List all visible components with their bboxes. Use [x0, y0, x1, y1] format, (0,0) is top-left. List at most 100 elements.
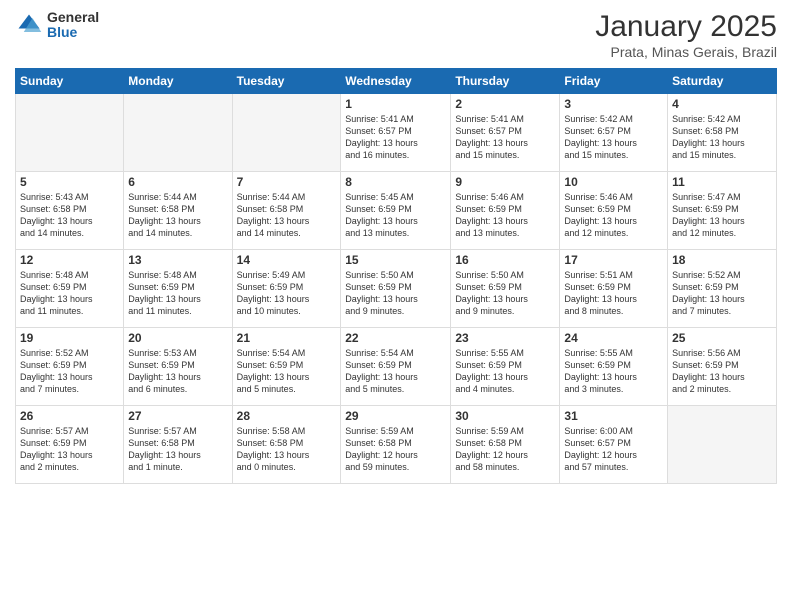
day-number: 16 [455, 253, 555, 267]
day-info: Sunrise: 5:41 AM Sunset: 6:57 PM Dayligh… [455, 113, 555, 162]
day-number: 12 [20, 253, 119, 267]
day-info: Sunrise: 5:47 AM Sunset: 6:59 PM Dayligh… [672, 191, 772, 240]
calendar-table: Sunday Monday Tuesday Wednesday Thursday… [15, 68, 777, 484]
day-info: Sunrise: 5:55 AM Sunset: 6:59 PM Dayligh… [455, 347, 555, 396]
table-cell: 29 Sunrise: 5:59 AM Sunset: 6:58 PM Dayli… [341, 406, 451, 484]
table-cell: 3 Sunrise: 5:42 AM Sunset: 6:57 PM Daylig… [560, 94, 668, 172]
col-tuesday: Tuesday [232, 69, 341, 94]
title-block: January 2025 Prata, Minas Gerais, Brazil [595, 10, 777, 60]
week-row-5: 26Sunrise: 5:57 AM Sunset: 6:59 PM Dayli… [16, 406, 777, 484]
day-info: Sunrise: 5:50 AM Sunset: 6:59 PM Dayligh… [345, 269, 446, 318]
day-info: Sunrise: 5:54 AM Sunset: 6:59 PM Dayligh… [237, 347, 337, 396]
week-row-4: 19 Sunrise: 5:52 AM Sunset: 6:59 PM Dayli… [16, 328, 777, 406]
table-cell: 5 Sunrise: 5:43 AM Sunset: 6:58 PM Daylig… [16, 172, 124, 250]
table-cell [124, 94, 232, 172]
table-cell: 24 Sunrise: 5:55 AM Sunset: 6:59 PM Dayli… [560, 328, 668, 406]
week-row-1: 1 Sunrise: 5:41 AM Sunset: 6:57 PM Daylig… [16, 94, 777, 172]
table-cell: 9Sunrise: 5:46 AM Sunset: 6:59 PM Daylig… [451, 172, 560, 250]
day-number: 15 [345, 253, 446, 267]
day-number: 25 [672, 331, 772, 345]
day-info: Sunrise: 5:59 AM Sunset: 6:58 PM Dayligh… [455, 425, 555, 474]
col-saturday: Saturday [668, 69, 777, 94]
table-cell: 25Sunrise: 5:56 AM Sunset: 6:59 PM Dayli… [668, 328, 777, 406]
day-info: Sunrise: 5:59 AM Sunset: 6:58 PM Dayligh… [345, 425, 446, 474]
page-header: General Blue January 2025 Prata, Minas G… [15, 10, 777, 60]
table-cell: 15 Sunrise: 5:50 AM Sunset: 6:59 PM Dayli… [341, 250, 451, 328]
table-cell: 4 Sunrise: 5:42 AM Sunset: 6:58 PM Daylig… [668, 94, 777, 172]
table-cell: 7 Sunrise: 5:44 AM Sunset: 6:58 PM Daylig… [232, 172, 341, 250]
day-info: Sunrise: 5:58 AM Sunset: 6:58 PM Dayligh… [237, 425, 337, 474]
table-cell: 6Sunrise: 5:44 AM Sunset: 6:58 PM Daylig… [124, 172, 232, 250]
table-cell: 18 Sunrise: 5:52 AM Sunset: 6:59 PM Dayli… [668, 250, 777, 328]
col-friday: Friday [560, 69, 668, 94]
calendar-title: January 2025 [595, 10, 777, 44]
col-monday: Monday [124, 69, 232, 94]
day-info: Sunrise: 5:55 AM Sunset: 6:59 PM Dayligh… [564, 347, 663, 396]
table-cell: 2 Sunrise: 5:41 AM Sunset: 6:57 PM Daylig… [451, 94, 560, 172]
day-info: Sunrise: 5:44 AM Sunset: 6:58 PM Dayligh… [237, 191, 337, 240]
table-cell: 16 Sunrise: 5:50 AM Sunset: 6:59 PM Dayli… [451, 250, 560, 328]
day-number: 19 [20, 331, 119, 345]
table-cell: 31Sunrise: 6:00 AM Sunset: 6:57 PM Dayli… [560, 406, 668, 484]
day-number: 26 [20, 409, 119, 423]
day-info: Sunrise: 5:52 AM Sunset: 6:59 PM Dayligh… [672, 269, 772, 318]
day-number: 13 [128, 253, 227, 267]
header-row: Sunday Monday Tuesday Wednesday Thursday… [16, 69, 777, 94]
day-number: 3 [564, 97, 663, 111]
day-info: Sunrise: 5:43 AM Sunset: 6:58 PM Dayligh… [20, 191, 119, 240]
day-number: 7 [237, 175, 337, 189]
day-number: 29 [345, 409, 446, 423]
day-info: Sunrise: 5:46 AM Sunset: 6:59 PM Dayligh… [564, 191, 663, 240]
day-info: Sunrise: 5:54 AM Sunset: 6:59 PM Dayligh… [345, 347, 446, 396]
table-cell: 21Sunrise: 5:54 AM Sunset: 6:59 PM Dayli… [232, 328, 341, 406]
day-number: 30 [455, 409, 555, 423]
week-row-2: 5 Sunrise: 5:43 AM Sunset: 6:58 PM Daylig… [16, 172, 777, 250]
table-cell: 30 Sunrise: 5:59 AM Sunset: 6:58 PM Dayli… [451, 406, 560, 484]
day-number: 2 [455, 97, 555, 111]
day-info: Sunrise: 5:52 AM Sunset: 6:59 PM Dayligh… [20, 347, 119, 396]
col-wednesday: Wednesday [341, 69, 451, 94]
logo-blue: Blue [47, 25, 99, 40]
day-info: Sunrise: 5:42 AM Sunset: 6:58 PM Dayligh… [672, 113, 772, 162]
calendar-subtitle: Prata, Minas Gerais, Brazil [595, 44, 777, 60]
day-number: 11 [672, 175, 772, 189]
day-number: 23 [455, 331, 555, 345]
calendar-body: 1 Sunrise: 5:41 AM Sunset: 6:57 PM Daylig… [16, 94, 777, 484]
table-cell: 19 Sunrise: 5:52 AM Sunset: 6:59 PM Dayli… [16, 328, 124, 406]
day-info: Sunrise: 5:42 AM Sunset: 6:57 PM Dayligh… [564, 113, 663, 162]
day-number: 24 [564, 331, 663, 345]
day-number: 28 [237, 409, 337, 423]
day-number: 17 [564, 253, 663, 267]
day-info: Sunrise: 5:49 AM Sunset: 6:59 PM Dayligh… [237, 269, 337, 318]
day-info: Sunrise: 5:41 AM Sunset: 6:57 PM Dayligh… [345, 113, 446, 162]
day-number: 27 [128, 409, 227, 423]
day-number: 14 [237, 253, 337, 267]
day-info: Sunrise: 5:45 AM Sunset: 6:59 PM Dayligh… [345, 191, 446, 240]
day-number: 4 [672, 97, 772, 111]
logo-icon [15, 11, 43, 39]
table-cell: 26Sunrise: 5:57 AM Sunset: 6:59 PM Dayli… [16, 406, 124, 484]
day-info: Sunrise: 5:44 AM Sunset: 6:58 PM Dayligh… [128, 191, 227, 240]
day-number: 5 [20, 175, 119, 189]
table-cell: 12Sunrise: 5:48 AM Sunset: 6:59 PM Dayli… [16, 250, 124, 328]
table-cell: 28 Sunrise: 5:58 AM Sunset: 6:58 PM Dayli… [232, 406, 341, 484]
day-number: 20 [128, 331, 227, 345]
table-cell: 13 Sunrise: 5:48 AM Sunset: 6:59 PM Dayli… [124, 250, 232, 328]
day-info: Sunrise: 5:50 AM Sunset: 6:59 PM Dayligh… [455, 269, 555, 318]
table-cell: 11 Sunrise: 5:47 AM Sunset: 6:59 PM Dayli… [668, 172, 777, 250]
day-info: Sunrise: 5:51 AM Sunset: 6:59 PM Dayligh… [564, 269, 663, 318]
day-number: 1 [345, 97, 446, 111]
table-cell [668, 406, 777, 484]
day-number: 31 [564, 409, 663, 423]
table-cell: 1 Sunrise: 5:41 AM Sunset: 6:57 PM Daylig… [341, 94, 451, 172]
day-number: 18 [672, 253, 772, 267]
table-cell: 14 Sunrise: 5:49 AM Sunset: 6:59 PM Dayli… [232, 250, 341, 328]
col-thursday: Thursday [451, 69, 560, 94]
table-cell: 23 Sunrise: 5:55 AM Sunset: 6:59 PM Dayli… [451, 328, 560, 406]
day-info: Sunrise: 5:53 AM Sunset: 6:59 PM Dayligh… [128, 347, 227, 396]
table-cell: 20 Sunrise: 5:53 AM Sunset: 6:59 PM Dayli… [124, 328, 232, 406]
table-cell: 10Sunrise: 5:46 AM Sunset: 6:59 PM Dayli… [560, 172, 668, 250]
logo: General Blue [15, 10, 99, 41]
day-number: 22 [345, 331, 446, 345]
day-info: Sunrise: 5:48 AM Sunset: 6:59 PM Dayligh… [128, 269, 227, 318]
